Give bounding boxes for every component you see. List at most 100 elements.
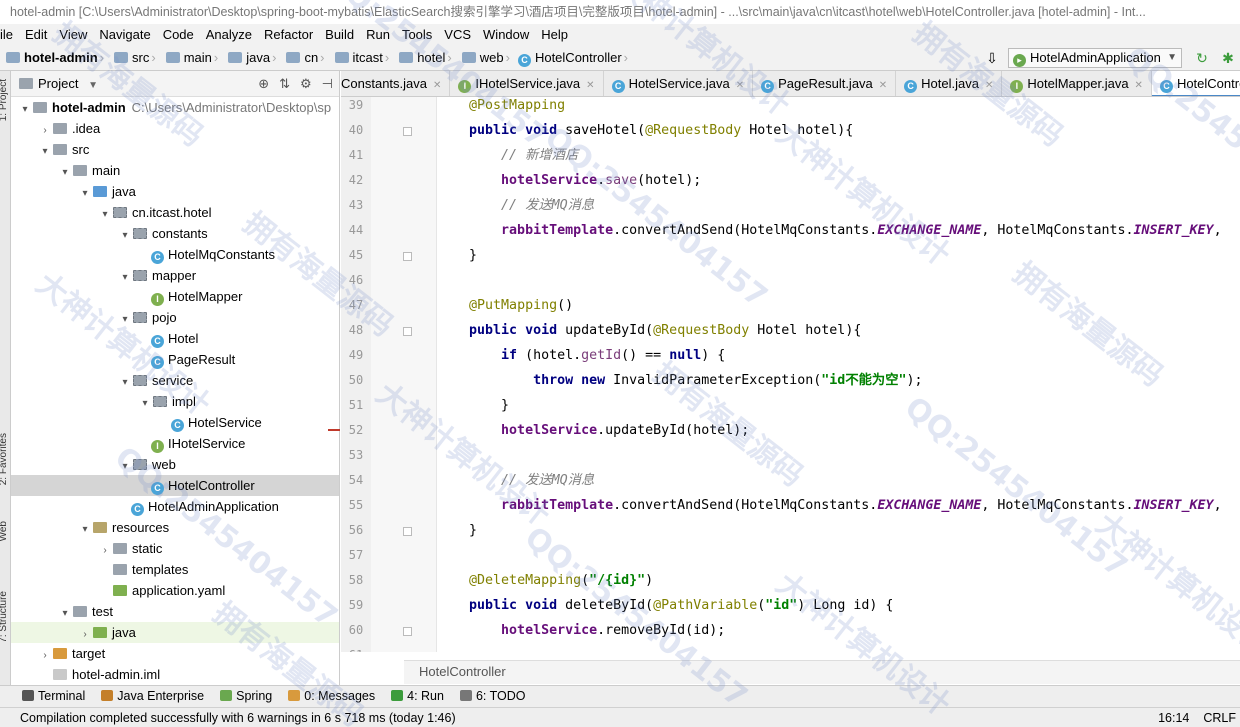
expand-right-icon[interactable]: › <box>39 645 51 666</box>
close-icon[interactable]: ✕ <box>985 80 993 91</box>
run-configuration-select[interactable]: ▸ HotelAdminApplication ▼ <box>1008 48 1182 68</box>
expand-down-icon[interactable]: ▾ <box>59 162 71 183</box>
code-line[interactable]: hotelService.updateById(hotel); <box>437 418 1222 443</box>
code-line[interactable] <box>437 443 1222 468</box>
tree-node[interactable]: I HotelMapper <box>11 286 339 307</box>
expand-right-icon[interactable]: › <box>99 540 111 561</box>
code-line[interactable]: } <box>437 243 1222 268</box>
tree-node[interactable]: I IHotelService <box>11 433 339 454</box>
expand-down-icon[interactable]: ▾ <box>59 603 71 624</box>
tree-node[interactable]: ▾ hotel-admin C:\Users\Administrator\Deskt… <box>11 97 339 118</box>
breadcrumb-item[interactable]: hotel-admin › <box>0 45 104 71</box>
code-line[interactable]: @PutMapping() <box>437 293 1222 318</box>
side-tab-project[interactable]: 1: Project <box>0 79 9 121</box>
editor-tab[interactable]: CHotelControl <box>1151 71 1240 96</box>
tree-node[interactable]: › target <box>11 643 339 664</box>
chevron-down-icon[interactable]: ▼ <box>88 80 98 91</box>
close-icon[interactable]: ✕ <box>1135 80 1143 91</box>
debug-icon[interactable]: ✱ <box>1218 48 1238 68</box>
fold-marker-icon[interactable] <box>403 627 412 636</box>
menu-item-code[interactable]: Code <box>163 24 200 45</box>
expand-down-icon[interactable]: ▾ <box>39 141 51 162</box>
code-line[interactable]: hotelService.save(hotel); <box>437 168 1222 193</box>
tree-node[interactable]: › static <box>11 538 339 559</box>
line-separator[interactable]: CRLF <box>1203 711 1236 725</box>
expand-right-icon[interactable]: › <box>79 624 91 645</box>
gear-icon[interactable]: ⚙ <box>300 76 312 91</box>
tool-window-button[interactable]: Java Enterprise <box>101 686 204 707</box>
tree-node[interactable]: application.yaml <box>11 580 339 601</box>
menu-item-navigate[interactable]: Navigate <box>99 24 156 45</box>
tool-window-button[interactable]: 0: Messages <box>288 686 375 707</box>
code-line[interactable]: // 发送MQ消息 <box>437 193 1222 218</box>
tree-node[interactable]: ▾ src <box>11 139 339 160</box>
cursor-position[interactable]: 16:14 <box>1158 711 1189 725</box>
code-line[interactable] <box>437 643 1222 652</box>
tree-node[interactable]: C HotelService <box>11 412 339 433</box>
editor-breadcrumb[interactable]: HotelController <box>404 660 1240 684</box>
menu-item-analyze[interactable]: Analyze <box>206 24 258 45</box>
tree-node[interactable]: C HotelController <box>11 475 339 496</box>
code-line[interactable]: } <box>437 393 1222 418</box>
code-line[interactable] <box>437 543 1222 568</box>
tool-window-button[interactable]: Spring <box>220 686 272 707</box>
tree-node[interactable]: ▾ constants <box>11 223 339 244</box>
code-line[interactable]: public void updateById(@RequestBody Hote… <box>437 318 1222 343</box>
expand-down-icon[interactable]: ▾ <box>119 309 131 330</box>
breadcrumb-item[interactable]: main › <box>160 45 218 71</box>
fold-marker-icon[interactable] <box>403 527 412 536</box>
tree-node[interactable]: › java <box>11 622 339 643</box>
editor-tab[interactable]: I HotelMapper.java ✕ <box>1002 71 1152 96</box>
expand-down-icon[interactable]: ▾ <box>139 393 151 414</box>
expand-down-icon[interactable]: ▾ <box>119 267 131 288</box>
expand-down-icon[interactable]: ▾ <box>79 519 91 540</box>
expand-down-icon[interactable]: ▾ <box>99 204 111 225</box>
menu-item-edit[interactable]: Edit <box>25 24 53 45</box>
editor-tab[interactable]: C PageResult.java ✕ <box>753 71 897 96</box>
breadcrumb-item[interactable]: cn › <box>280 45 325 71</box>
editor-tab[interactable]: C HotelService.java ✕ <box>604 71 754 96</box>
tool-window-button[interactable]: 6: TODO <box>459 686 526 707</box>
project-panel-title[interactable]: Project <box>38 76 78 91</box>
menu-item-help[interactable]: Help <box>541 24 574 45</box>
side-tab-structure[interactable]: 7: Structure <box>0 591 9 643</box>
tree-node[interactable]: C HotelMqConstants <box>11 244 339 265</box>
tree-node[interactable]: ▾ service <box>11 370 339 391</box>
code-content[interactable]: @PostMapping public void saveHotel(@Requ… <box>437 97 1222 652</box>
fold-marker-icon[interactable] <box>403 327 412 336</box>
side-tab-web[interactable]: Web <box>0 521 9 541</box>
build-icon[interactable]: ⇩ <box>982 48 1002 68</box>
close-icon[interactable]: ✕ <box>586 80 594 91</box>
hide-icon[interactable]: ⊣ <box>322 76 333 91</box>
tree-node[interactable]: ▾ impl <box>11 391 339 412</box>
menu-item-view[interactable]: View <box>59 24 93 45</box>
tree-node[interactable]: C PageResult <box>11 349 339 370</box>
tree-node[interactable]: ▾ mapper <box>11 265 339 286</box>
tree-node[interactable]: ▾ pojo <box>11 307 339 328</box>
side-tab-favorites[interactable]: 2: Favorites <box>0 433 9 485</box>
collapse-icon[interactable]: ⇅ <box>279 76 290 91</box>
breadcrumb-item[interactable]: java › <box>222 45 276 71</box>
menu-item-refactor[interactable]: Refactor <box>264 24 319 45</box>
code-line[interactable]: } <box>437 518 1222 543</box>
tree-node[interactable]: C Hotel <box>11 328 339 349</box>
code-line[interactable]: public void saveHotel(@RequestBody Hotel… <box>437 118 1222 143</box>
tree-node[interactable]: ▾ cn.itcast.hotel <box>11 202 339 223</box>
code-line[interactable]: // 发送MQ消息 <box>437 468 1222 493</box>
expand-down-icon[interactable]: ▾ <box>119 372 131 393</box>
tree-node[interactable]: › .idea <box>11 118 339 139</box>
editor-tab[interactable]: I IHotelService.java ✕ <box>450 71 604 96</box>
breadcrumb-item[interactable]: C HotelController › <box>514 45 628 71</box>
breadcrumb-item[interactable]: itcast › <box>329 45 389 71</box>
fold-marker-icon[interactable] <box>403 127 412 136</box>
menu-item-tools[interactable]: Tools <box>402 24 438 45</box>
close-icon[interactable]: ✕ <box>433 80 441 91</box>
fold-marker-icon[interactable] <box>403 252 412 261</box>
menu-item-vcs[interactable]: VCS <box>444 24 477 45</box>
locate-icon[interactable]: ⊕ <box>258 76 269 91</box>
tree-node[interactable]: templates <box>11 559 339 580</box>
tree-node[interactable]: ▾ test <box>11 601 339 622</box>
tree-node[interactable]: ▾ web <box>11 454 339 475</box>
breadcrumb-item[interactable]: hotel › <box>393 45 452 71</box>
code-line[interactable]: if (hotel.getId() == null) { <box>437 343 1222 368</box>
